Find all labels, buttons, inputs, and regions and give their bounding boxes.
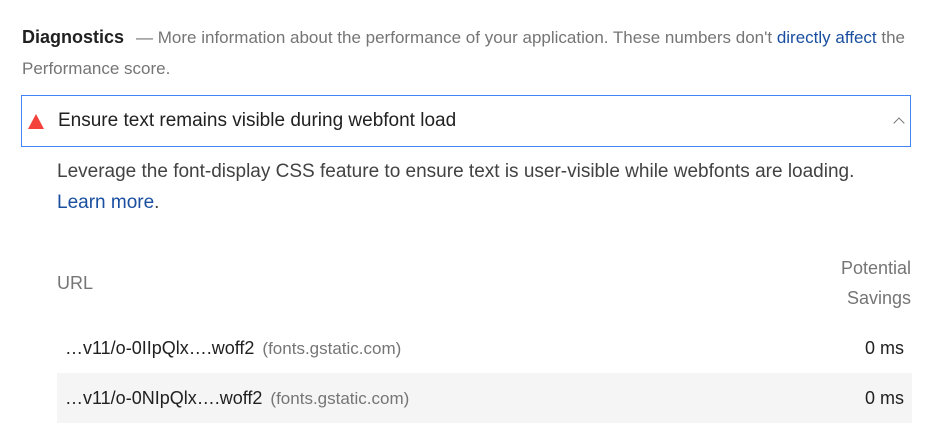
- url-text: …v11/o-0IIpQlx….woff2: [65, 337, 255, 358]
- savings-header-line2: Savings: [846, 288, 911, 308]
- audit-description-block: Leverage the font-display CSS feature to…: [57, 156, 912, 218]
- table-row: …v11/o-0NIpQlx….woff2 (fonts.gstatic.com)…: [57, 373, 912, 423]
- url-host: (fonts.gstatic.com): [270, 388, 410, 408]
- savings-cell: 0 ms: [864, 387, 904, 408]
- column-header-savings: Potential Savings: [791, 253, 912, 313]
- details-table: URL Potential Savings …v11/o-0IIpQlx….wo…: [57, 252, 912, 423]
- audit-title: Ensure text remains visible during webfo…: [58, 110, 457, 131]
- section-description: — More information about the performance…: [136, 28, 777, 47]
- learn-more-link[interactable]: Learn more: [57, 192, 154, 213]
- directly-affect-link[interactable]: directly affect: [777, 28, 877, 47]
- url-host: (fonts.gstatic.com): [262, 338, 402, 358]
- url-cell: …v11/o-0NIpQlx….woff2 (fonts.gstatic.com): [57, 388, 409, 409]
- learn-more-period: .: [154, 192, 160, 213]
- savings-cell: 0 ms: [864, 337, 904, 358]
- audit-description: Leverage the font-display CSS feature to…: [57, 161, 855, 182]
- column-header-url: URL: [57, 272, 94, 293]
- savings-header-line1: Potential: [840, 258, 911, 278]
- section-title: Diagnostics: [22, 27, 125, 47]
- url-text: …v11/o-0NIpQlx….woff2: [65, 387, 263, 408]
- table-row: …v11/o-0IIpQlx….woff2 (fonts.gstatic.com)…: [57, 323, 912, 373]
- diagnostics-header: Diagnostics — More information about the …: [22, 22, 912, 84]
- warning-triangle-icon: [28, 113, 44, 129]
- url-cell: …v11/o-0IIpQlx….woff2 (fonts.gstatic.com): [57, 338, 401, 359]
- audit-summary-toggle[interactable]: Ensure text remains visible during webfo…: [21, 95, 911, 147]
- chevron-up-icon[interactable]: [893, 117, 905, 129]
- table-header: URL Potential Savings: [57, 252, 912, 314]
